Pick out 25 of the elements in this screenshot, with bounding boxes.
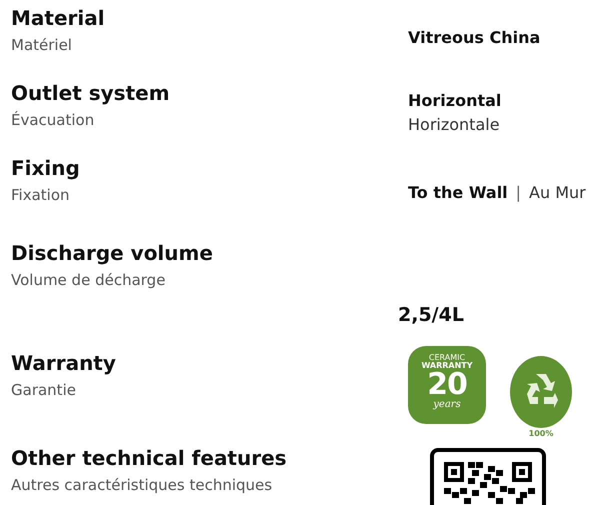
spec-sublabel: Matériel [11, 35, 72, 56]
spec-value: Horizontal [408, 90, 502, 112]
spec-label: Material [11, 6, 105, 31]
spec-label: Other technical features [11, 446, 287, 471]
badge-caption: years [433, 400, 461, 410]
warranty-years: 20 [427, 370, 467, 400]
spec-value: 2,5/4L [398, 302, 464, 328]
spec-value: Vitreous China [408, 26, 540, 48]
spec-sublabel: Évacuation [11, 110, 94, 131]
badge-caption: CERAMIC [428, 354, 466, 362]
spec-sublabel: Garantie [11, 380, 76, 401]
spec-label: Fixing [11, 156, 80, 181]
spec-label: Outlet system [11, 81, 170, 106]
spec-value: To the Wall [408, 182, 508, 204]
spec-label: Discharge volume [11, 241, 213, 266]
spec-sublabel: Autres caractéristiques techniques [11, 475, 272, 496]
spec-value-translation: Au Mur [529, 182, 586, 204]
recycle-caption: 100% [528, 428, 554, 440]
recycle-icon [510, 356, 572, 428]
spec-sublabel: Volume de décharge [11, 270, 166, 291]
spec-label: Warranty [11, 351, 116, 376]
spec-value-translation: Horizontale [408, 114, 500, 136]
separator: | [516, 182, 522, 204]
spec-sublabel: Fixation [11, 185, 70, 206]
badge-title: WARRANTY [421, 362, 473, 370]
